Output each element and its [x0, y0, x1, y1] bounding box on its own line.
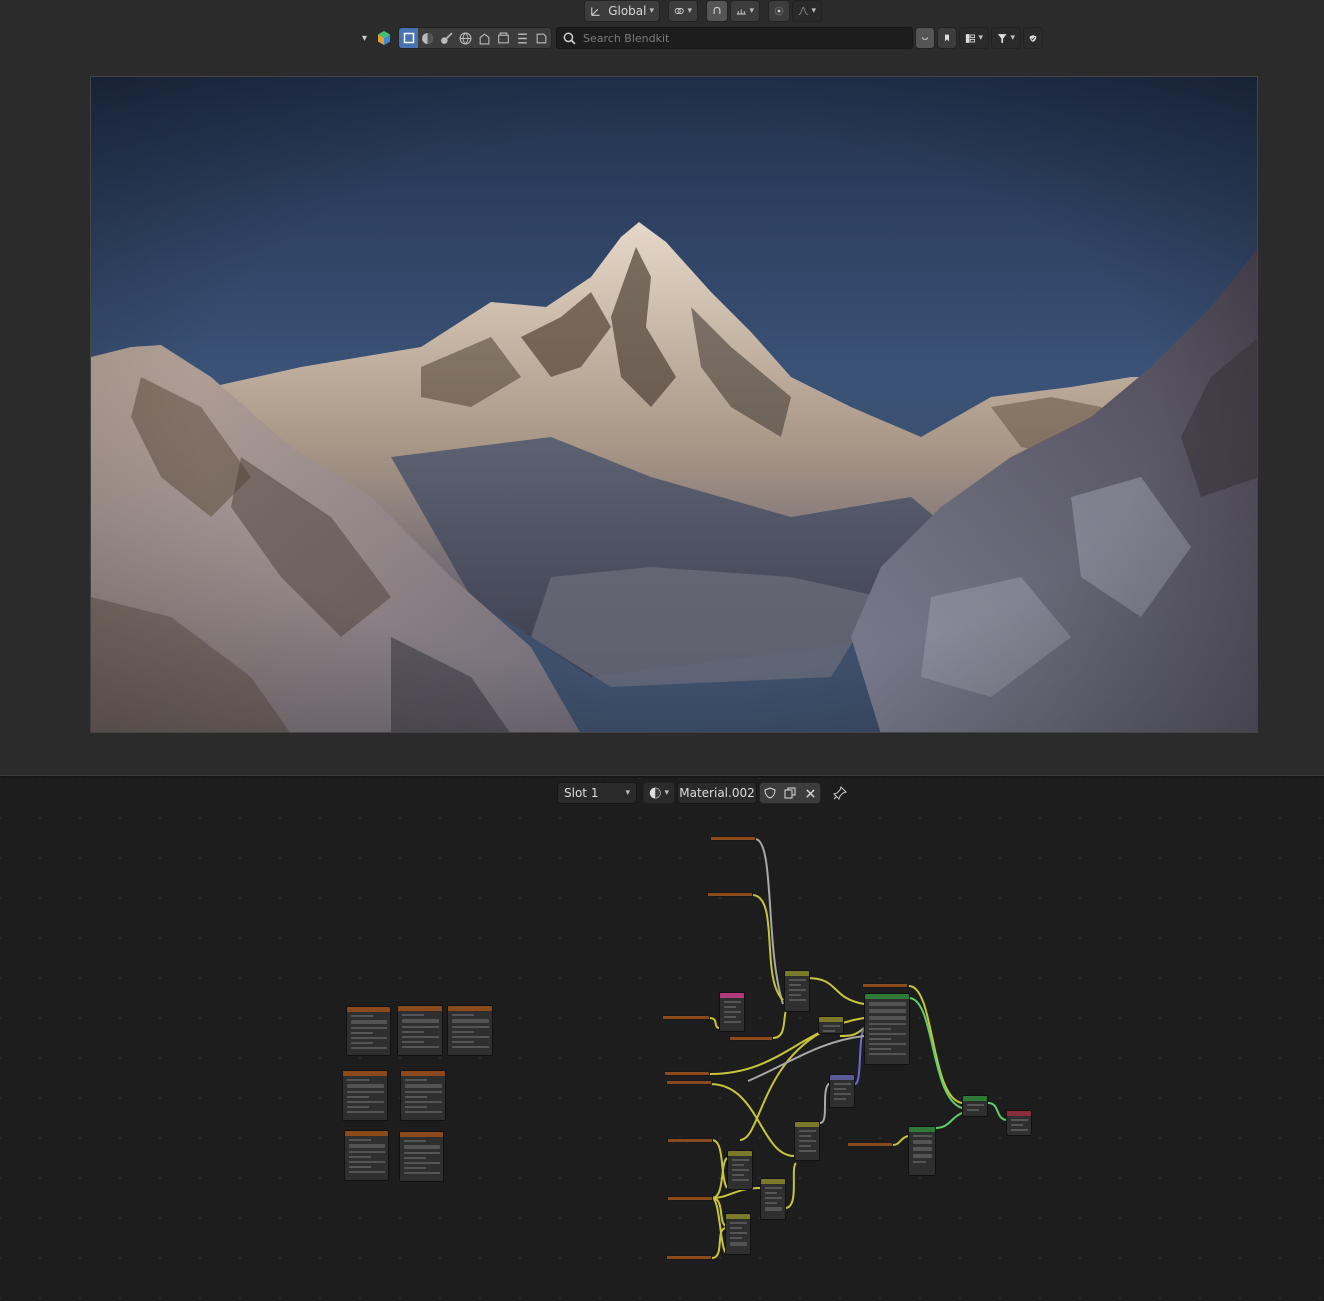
world-icon [459, 32, 472, 45]
attribute-node[interactable] [666, 1255, 712, 1260]
attribute-node[interactable] [862, 983, 908, 988]
hdr-icon [498, 32, 509, 43]
3d-viewport[interactable]: Global ▾ ▾ ▾ ▾ ▾ Search Blendkit ▾ ▾ [0, 0, 1324, 775]
proportional-edit-icon [774, 6, 784, 16]
rendered-viewport-image[interactable] [90, 76, 1258, 733]
principled-bsdf-node[interactable] [864, 993, 910, 1065]
attribute-node[interactable] [707, 892, 753, 897]
object-mode-button[interactable] [399, 28, 418, 48]
asset-type-switcher [398, 27, 552, 49]
smile-icon [921, 37, 929, 40]
mix-shader-node[interactable] [962, 1095, 988, 1117]
nodegroup-button[interactable] [513, 28, 532, 48]
mix-node[interactable] [760, 1178, 786, 1220]
image-texture-node[interactable] [397, 1005, 443, 1056]
validation-button[interactable] [1023, 27, 1043, 49]
attribute-node[interactable] [667, 1196, 713, 1201]
search-icon [563, 32, 576, 45]
pivot-icon [674, 7, 684, 15]
category-dropdown[interactable]: ▾ [959, 27, 989, 49]
image-texture-node[interactable] [342, 1070, 388, 1121]
attribute-node[interactable] [847, 1142, 893, 1147]
scene-button[interactable] [475, 28, 494, 48]
snap-icon [713, 6, 721, 14]
material-preview-icon [422, 32, 433, 44]
filter-icon [997, 33, 1007, 43]
transform-orientation-dropdown[interactable]: Global ▾ [584, 0, 660, 22]
printable-icon [536, 33, 547, 43]
category-icon [965, 33, 976, 43]
shield-icon [1029, 34, 1037, 42]
image-texture-node[interactable] [447, 1005, 493, 1056]
search-options-button[interactable] [915, 27, 935, 49]
math-node[interactable] [818, 1016, 844, 1034]
chevron-down-icon: ▾ [687, 6, 692, 16]
image-texture-node[interactable] [346, 1006, 391, 1056]
orientation-label: Global [608, 4, 647, 18]
falloff-dropdown[interactable]: ▾ [792, 0, 822, 22]
mix-node[interactable] [784, 970, 810, 1012]
search-placeholder: Search Blendkit [583, 31, 670, 45]
displacement-node[interactable] [908, 1126, 936, 1176]
shader-node-editor[interactable]: Slot 1 ▾ ▾ Material.002 [0, 778, 1324, 1301]
bookmark-button[interactable] [937, 27, 957, 49]
world-button[interactable] [456, 28, 475, 48]
mountain-render [91, 77, 1257, 732]
image-texture-node[interactable] [344, 1130, 389, 1181]
mix-node[interactable] [727, 1150, 753, 1190]
attribute-node[interactable] [710, 836, 756, 841]
snap-target-dropdown[interactable]: ▾ [730, 0, 760, 22]
image-texture-node[interactable] [400, 1070, 446, 1121]
pivot-point-dropdown[interactable]: ▾ [668, 0, 698, 22]
blenderkit-logo-icon[interactable] [376, 30, 392, 46]
material-preview-button[interactable] [418, 28, 437, 48]
color-ramp-node[interactable] [719, 992, 745, 1032]
snap-toggle[interactable] [706, 0, 728, 22]
bookmark-icon [945, 34, 949, 42]
falloff-icon [798, 6, 808, 16]
chevron-down-icon: ▾ [1010, 33, 1015, 43]
image-texture-node[interactable] [399, 1131, 444, 1182]
chevron-down-icon: ▾ [978, 33, 983, 43]
search-input[interactable]: Search Blendkit [556, 27, 913, 49]
printable-button[interactable] [532, 28, 551, 48]
hdr-button[interactable] [494, 28, 513, 48]
blenderkit-toolbar: ▾ Search Blendkit ▾ ▾ [362, 27, 1043, 49]
chevron-down-icon: ▾ [649, 6, 654, 16]
attribute-node[interactable] [666, 1080, 712, 1085]
material-output-node[interactable] [1006, 1110, 1032, 1136]
bump-node[interactable] [829, 1074, 855, 1108]
nodegroup-icon [518, 32, 527, 44]
attribute-node[interactable] [729, 1036, 773, 1041]
snap-target-icon [736, 9, 746, 15]
scene-icon [479, 32, 490, 44]
brush-icon [441, 32, 453, 44]
node-links [708, 838, 1007, 1259]
mix-node[interactable] [725, 1213, 751, 1255]
proportional-edit-toggle[interactable] [768, 0, 790, 22]
chevron-down-icon: ▾ [811, 6, 816, 16]
chevron-down-icon: ▾ [749, 6, 754, 16]
brush-button[interactable] [437, 28, 456, 48]
object-mode-icon [403, 32, 414, 44]
mix-node[interactable] [794, 1121, 820, 1161]
collapse-chevron-icon[interactable]: ▾ [362, 33, 374, 44]
transform-orientation-icon [591, 7, 600, 16]
transform-toolbar: Global ▾ ▾ ▾ ▾ [584, 0, 822, 22]
filter-dropdown[interactable]: ▾ [991, 27, 1021, 49]
attribute-node[interactable] [664, 1071, 710, 1076]
attribute-node[interactable] [667, 1138, 713, 1143]
attribute-node[interactable] [662, 1015, 710, 1020]
